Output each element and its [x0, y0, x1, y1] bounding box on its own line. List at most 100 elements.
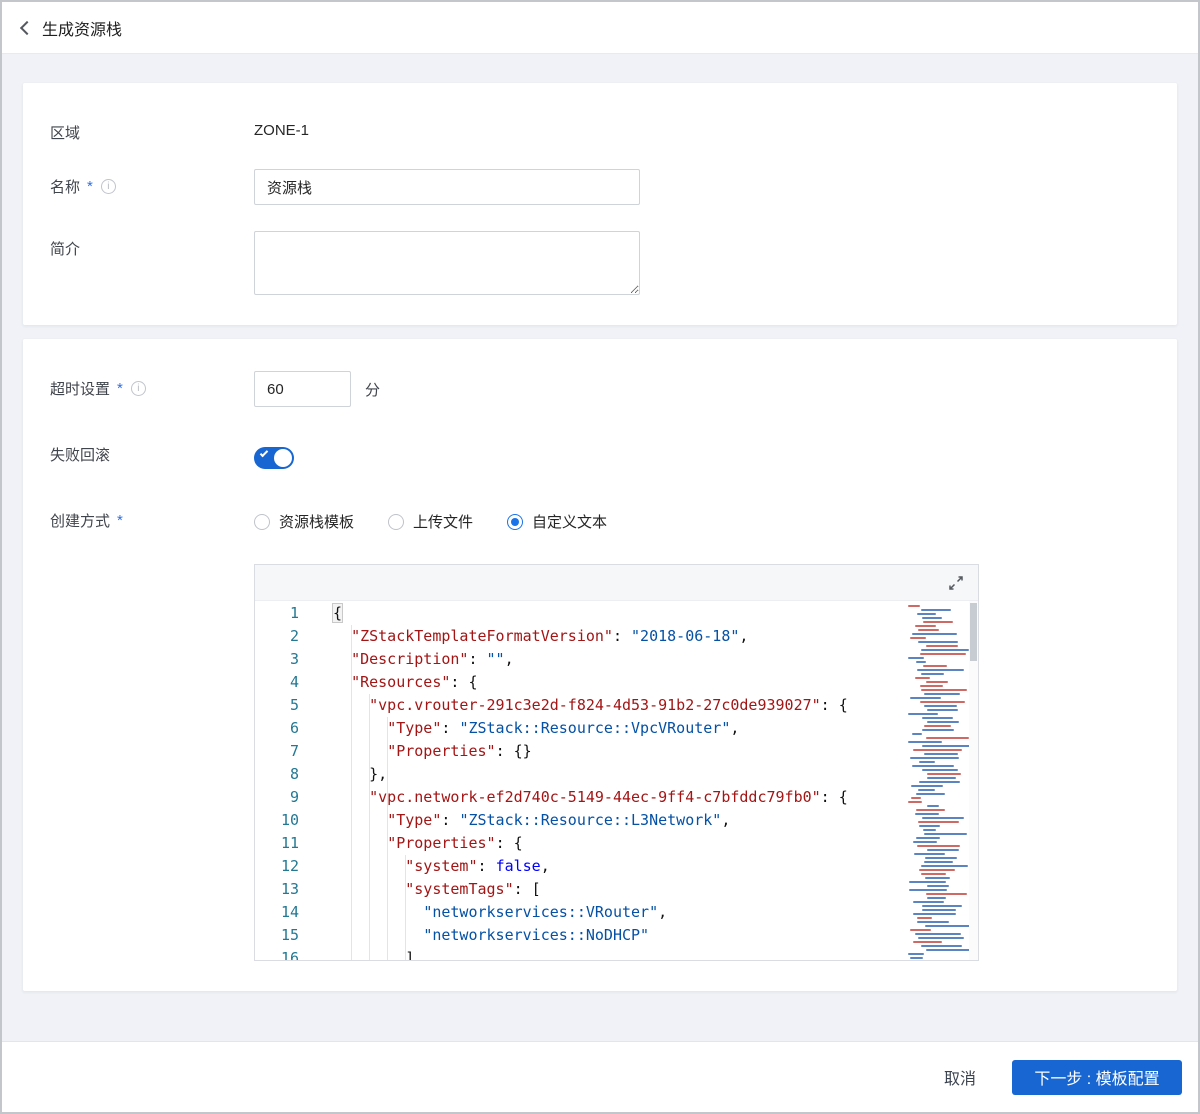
- code-line: "vpc.vrouter-291c3e2d-f824-4d53-91b2-27c…: [369, 696, 848, 714]
- timeout-unit: 分: [365, 381, 381, 399]
- minimap-line: [916, 793, 945, 795]
- minimap-line: [912, 733, 922, 735]
- minimap-line: [926, 737, 969, 739]
- minimap-line: [918, 641, 958, 643]
- line-number: 11: [280, 834, 299, 852]
- code-line: "Properties": {}: [387, 742, 532, 760]
- minimap-line: [917, 921, 949, 923]
- minimap-line: [909, 889, 947, 891]
- minimap-line: [925, 857, 957, 859]
- minimap-line: [916, 809, 945, 811]
- minimap-line: [910, 637, 926, 639]
- minimap-line: [920, 653, 966, 655]
- info-icon[interactable]: i: [100, 179, 116, 194]
- code-area[interactable]: { "ZStackTemplateFormatVersion": "2018-0…: [313, 601, 903, 960]
- rollback-toggle[interactable]: [254, 447, 294, 469]
- minimap-line: [915, 813, 939, 815]
- minimap-line: [924, 833, 967, 835]
- line-number: 4: [289, 673, 299, 691]
- minimap-line: [919, 761, 935, 763]
- cancel-button[interactable]: 取消: [938, 1064, 982, 1090]
- page-title: 生成资源栈: [42, 21, 123, 39]
- minimap-line: [924, 861, 953, 863]
- window: 生成资源栈 区域 ZONE-1 名称 * i 资源栈 简介 超时设置 * i 6…: [0, 0, 1200, 1114]
- expand-icon[interactable]: [948, 575, 964, 591]
- minimap-line: [917, 917, 932, 919]
- minimap-line: [908, 657, 924, 659]
- minimap-line: [925, 877, 950, 879]
- line-number: 3: [289, 650, 299, 668]
- minimap-line: [926, 949, 969, 951]
- minimap-line: [926, 645, 958, 647]
- minimap[interactable]: [903, 601, 969, 960]
- template-code-editor: 1 2 3 4 5 6 7 8 9 10 11 12 13 14 15 16 { "ZStackTemplat…: [254, 564, 979, 961]
- minimap-line: [918, 821, 959, 823]
- minimap-line: [926, 681, 948, 683]
- editor-body: 1 2 3 4 5 6 7 8 9 10 11 12 13 14 15 16 { "ZStackTemplat…: [255, 601, 978, 960]
- info-icon[interactable]: i: [130, 381, 146, 396]
- minimap-line: [927, 849, 959, 851]
- minimap-line: [922, 717, 953, 719]
- line-number: 14: [280, 903, 299, 921]
- minimap-line: [925, 925, 969, 927]
- minimap-line: [922, 905, 962, 907]
- code-line: "networkservices::NoDHCP": [423, 926, 650, 944]
- minimap-line: [908, 605, 920, 607]
- minimap-line: [919, 869, 955, 871]
- create-mode-options: 资源栈模板 上传文件 自定义文本: [254, 507, 1150, 532]
- radio-option-3[interactable]: 自定义文本: [507, 511, 607, 532]
- minimap-line: [918, 937, 964, 939]
- radio-icon: [388, 513, 405, 530]
- minimap-line: [910, 957, 923, 959]
- basic-info-card: 区域 ZONE-1 名称 * i 简介: [23, 83, 1177, 325]
- code-line: "vpc.network-ef2d740c-5149-44ec-9ff4-c7b…: [369, 788, 848, 806]
- timeout-input[interactable]: [254, 371, 351, 407]
- minimap-line: [924, 705, 957, 707]
- minimap-line: [922, 909, 956, 911]
- radio-label: 上传文件: [413, 514, 474, 531]
- minimap-line: [915, 933, 961, 935]
- minimap-line: [910, 697, 941, 699]
- timeout-row: 超时设置 * i 分: [50, 371, 1150, 407]
- radio-option-2[interactable]: 上传文件: [388, 511, 473, 532]
- zone-value: ZONE-1: [254, 122, 310, 139]
- code-line: "Resources": {: [351, 673, 478, 691]
- line-number: 5: [289, 696, 299, 714]
- code-line: "Type": "ZStack::Resource::VpcVRouter",: [387, 719, 740, 737]
- code-line: "Properties": {: [387, 834, 523, 852]
- minimap-line: [913, 901, 944, 903]
- scrollbar-thumb[interactable]: [970, 603, 977, 661]
- code-line: ]: [333, 949, 415, 960]
- radio-icon: [507, 513, 524, 530]
- settings-card: 超时设置 * i 分 失败回滚: [23, 339, 1177, 991]
- radio-option-1[interactable]: 资源栈模板: [254, 511, 354, 532]
- code-lines: { "ZStackTemplateFormatVersion": "2018-0…: [331, 602, 903, 960]
- minimap-line: [921, 865, 968, 867]
- minimap-line: [910, 929, 931, 931]
- minimap-line: [921, 609, 951, 611]
- zone-label: 区域: [50, 125, 81, 142]
- minimap-line: [921, 673, 944, 675]
- editor-scrollbar[interactable]: [969, 601, 978, 960]
- next-step-button[interactable]: 下一步 : 模板配置: [1012, 1059, 1182, 1095]
- name-input[interactable]: [254, 169, 640, 205]
- description-textarea[interactable]: [254, 231, 640, 295]
- minimap-line: [908, 801, 922, 803]
- code-line: "ZStackTemplateFormatVersion": "2018-06-…: [351, 627, 749, 645]
- back-icon[interactable]: [19, 20, 35, 36]
- required-asterisk: *: [117, 380, 123, 397]
- code-line: "system": false,: [405, 857, 550, 875]
- minimap-line: [923, 621, 953, 623]
- minimap-line: [923, 829, 936, 831]
- minimap-line: [908, 741, 942, 743]
- minimap-line: [919, 825, 940, 827]
- required-asterisk: *: [87, 178, 93, 195]
- minimap-line: [916, 661, 926, 663]
- minimap-line: [921, 689, 967, 691]
- minimap-line: [917, 845, 960, 847]
- minimap-line: [912, 633, 957, 635]
- code-line: "networkservices::VRouter",: [423, 903, 668, 921]
- line-number: 6: [289, 719, 299, 737]
- minimap-line: [909, 881, 946, 883]
- zone-row: 区域 ZONE-1: [50, 115, 1150, 143]
